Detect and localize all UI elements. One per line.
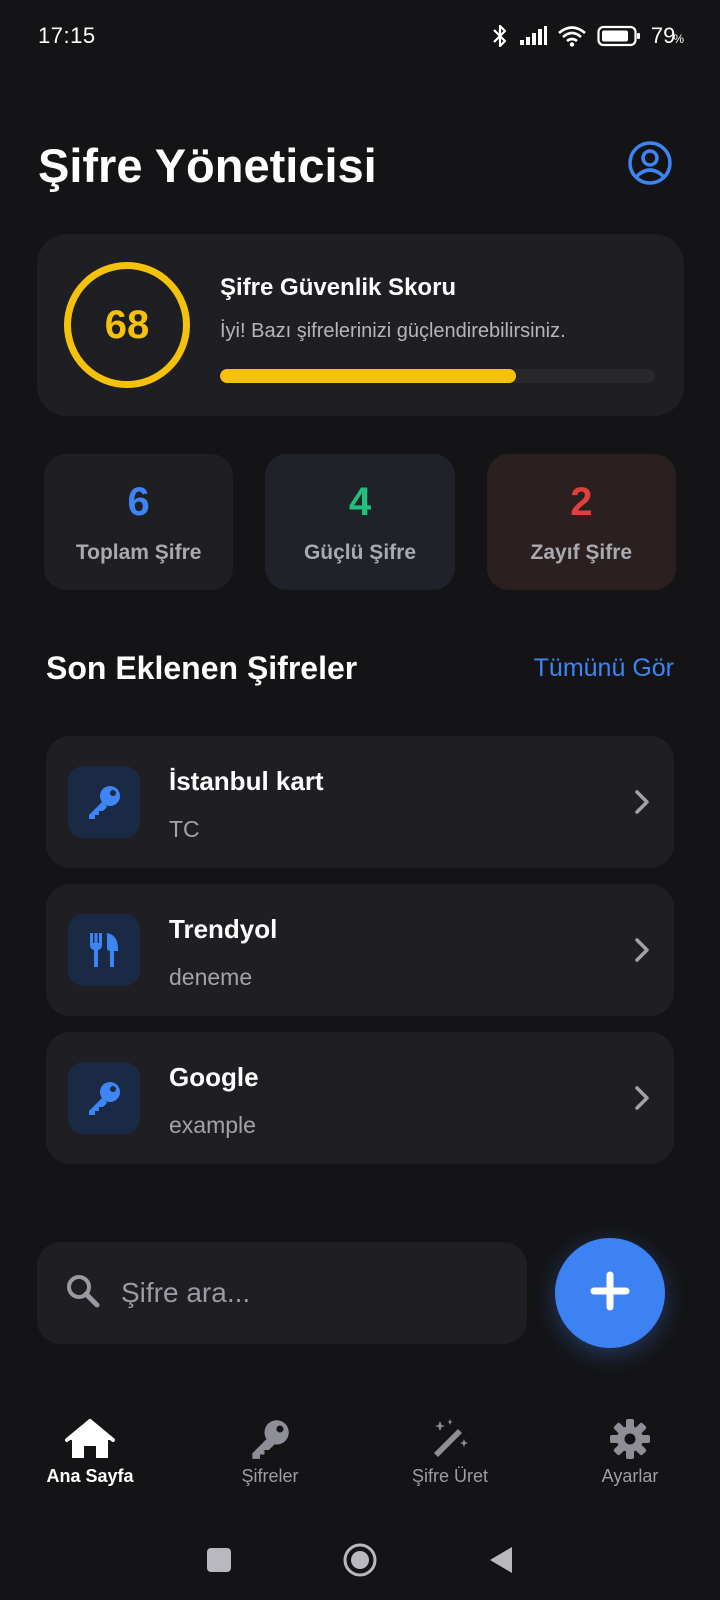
profile-button[interactable] [626,140,674,191]
stat-value: 6 [127,480,150,524]
score-progress-fill [220,369,516,383]
status-bar: 17:15 79% [0,0,720,72]
score-title: Şifre Güvenlik Skoru [220,274,457,301]
status-icons: 79% [491,23,684,49]
stat-label: Zayıf Şifre [530,541,633,564]
signal-icon [519,26,547,46]
bottom-navigation: Ana Sayfa Şifreler Şifre Üret Ayarlar [0,1400,720,1510]
magic-wand-icon [428,1414,472,1464]
section-title: Son Eklenen Şifreler [46,650,358,686]
key-icon [68,1062,140,1134]
score-description: İyi! Bazı şifrelerinizi güçlendirebilirs… [220,320,566,342]
password-username: example [169,1112,256,1138]
search-box[interactable] [37,1242,527,1344]
stat-label: Toplam Şifre [75,541,202,564]
stat-value: 4 [348,480,372,524]
stat-weak[interactable]: 2 Zayıf Şifre [486,454,676,590]
recent-password-list: İstanbul kart TC Trendyol deneme Google … [46,736,674,1180]
stats-row: 6 Toplam Şifre 4 Güçlü Şifre 2 Zayıf Şif… [44,454,676,590]
home-icon [65,1414,115,1464]
home-system-button[interactable] [342,1542,378,1578]
recent-apps-button[interactable] [206,1547,232,1573]
password-name: Trendyol [169,914,278,944]
nav-label: Şifreler [241,1466,299,1486]
search-icon [65,1273,101,1314]
utensils-icon [68,914,140,986]
nav-label: Ayarlar [601,1466,659,1486]
password-item[interactable]: Trendyol deneme [46,884,674,1016]
score-ring: 68 [64,262,190,388]
nav-label: Şifre Üret [411,1466,489,1486]
nav-generate[interactable]: Şifre Üret [360,1400,540,1510]
gear-icon [609,1414,651,1464]
password-name: İstanbul kart [169,766,324,796]
recent-section-header: Son Eklenen Şifreler Tümünü Gör [46,650,674,687]
key-icon [68,766,140,838]
score-value: 68 [104,302,150,347]
page-title: Şifre Yöneticisi [38,138,377,192]
nav-settings[interactable]: Ayarlar [540,1400,720,1510]
add-password-button[interactable] [555,1238,665,1348]
chevron-right-icon [632,934,652,971]
nav-passwords[interactable]: Şifreler [180,1400,360,1510]
score-progress-bar [220,369,655,383]
bluetooth-icon [491,23,509,49]
stat-label: Güçlü Şifre [303,541,416,564]
search-input[interactable] [121,1277,501,1309]
chevron-right-icon [632,1082,652,1119]
battery-icon [597,25,641,47]
stat-value: 2 [570,480,593,524]
wifi-icon [557,25,587,47]
security-score-card: 68 Şifre Güvenlik Skoru İyi! Bazı şifrel… [37,234,684,416]
password-item[interactable]: İstanbul kart TC [46,736,674,868]
chevron-right-icon [632,786,652,823]
back-system-button[interactable] [488,1545,514,1575]
status-time: 17:15 [38,23,96,48]
see-all-link[interactable]: Tümünü Gör [534,654,674,683]
password-item[interactable]: Google example [46,1032,674,1164]
nav-label: Ana Sayfa [46,1466,134,1486]
password-username: TC [169,816,200,842]
header: Şifre Yöneticisi [38,130,674,200]
plus-icon [590,1271,630,1316]
nav-home[interactable]: Ana Sayfa [0,1400,180,1510]
system-navigation [0,1530,720,1590]
password-username: deneme [169,964,253,990]
stat-strong[interactable]: 4 Güçlü Şifre [265,454,455,590]
password-name: Google [169,1062,259,1092]
stat-total[interactable]: 6 Toplam Şifre [44,454,234,590]
key-icon [249,1414,291,1464]
battery-level: 79% [650,23,684,48]
user-circle-icon [627,140,673,191]
